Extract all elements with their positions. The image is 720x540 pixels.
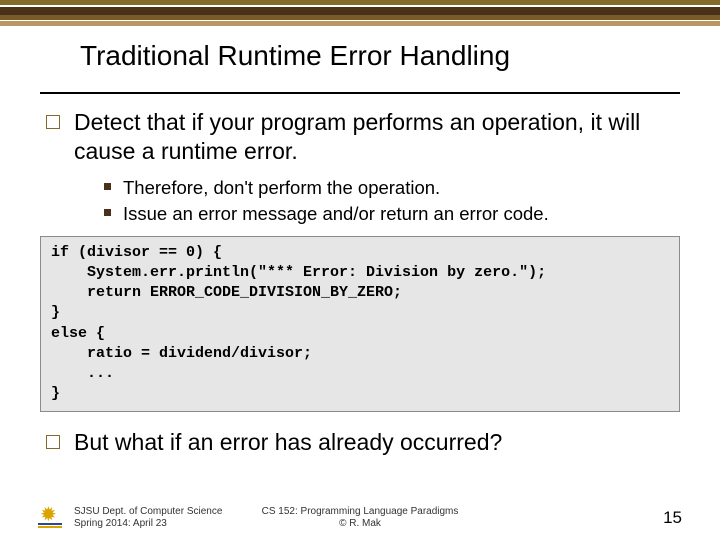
- bullet-level2: Issue an error message and/or return an …: [100, 202, 680, 226]
- footer-date: Spring 2014: April 23: [74, 518, 222, 530]
- decorative-top-bars: [0, 0, 720, 26]
- subbullet-text: Issue an error message and/or return an …: [123, 202, 549, 226]
- footer-dept: SJSU Dept. of Computer Science: [74, 506, 222, 518]
- code-block: if (divisor == 0) { System.err.println("…: [40, 236, 680, 412]
- subbullet-text: Therefore, don't perform the operation.: [123, 176, 440, 200]
- bar-tan: [0, 21, 720, 26]
- title-area: Traditional Runtime Error Handling: [0, 26, 720, 82]
- hollow-square-bullet-icon: [46, 435, 60, 449]
- content-area-2: But what if an error has already occurre…: [0, 422, 720, 457]
- slide-title: Traditional Runtime Error Handling: [80, 40, 660, 72]
- bullet-level1: But what if an error has already occurre…: [40, 428, 680, 457]
- bullet-level1: Detect that if your program performs an …: [40, 108, 680, 166]
- bullet-text: Detect that if your program performs an …: [74, 108, 680, 166]
- footer-course: CS 152: Programming Language Paradigms: [262, 506, 459, 518]
- solid-square-bullet-icon: [104, 209, 111, 216]
- content-area: Detect that if your program performs an …: [0, 94, 720, 226]
- subbullet-group: Therefore, don't perform the operation. …: [100, 176, 680, 226]
- solid-square-bullet-icon: [104, 183, 111, 190]
- hollow-square-bullet-icon: [46, 115, 60, 129]
- bar-dark: [0, 7, 720, 15]
- footer-copyright: © R. Mak: [262, 518, 459, 530]
- page-number: 15: [663, 508, 682, 528]
- slide: Traditional Runtime Error Handling Detec…: [0, 0, 720, 540]
- bullet-level2: Therefore, don't perform the operation.: [100, 176, 680, 200]
- footer-left: SJSU Dept. of Computer Science Spring 20…: [74, 506, 222, 530]
- footer-center: CS 152: Programming Language Paradigms ©…: [262, 506, 459, 530]
- footer: SJSU Dept. of Computer Science Spring 20…: [0, 506, 720, 530]
- bullet-text: But what if an error has already occurre…: [74, 428, 502, 457]
- sjsu-logo-icon: [38, 506, 62, 528]
